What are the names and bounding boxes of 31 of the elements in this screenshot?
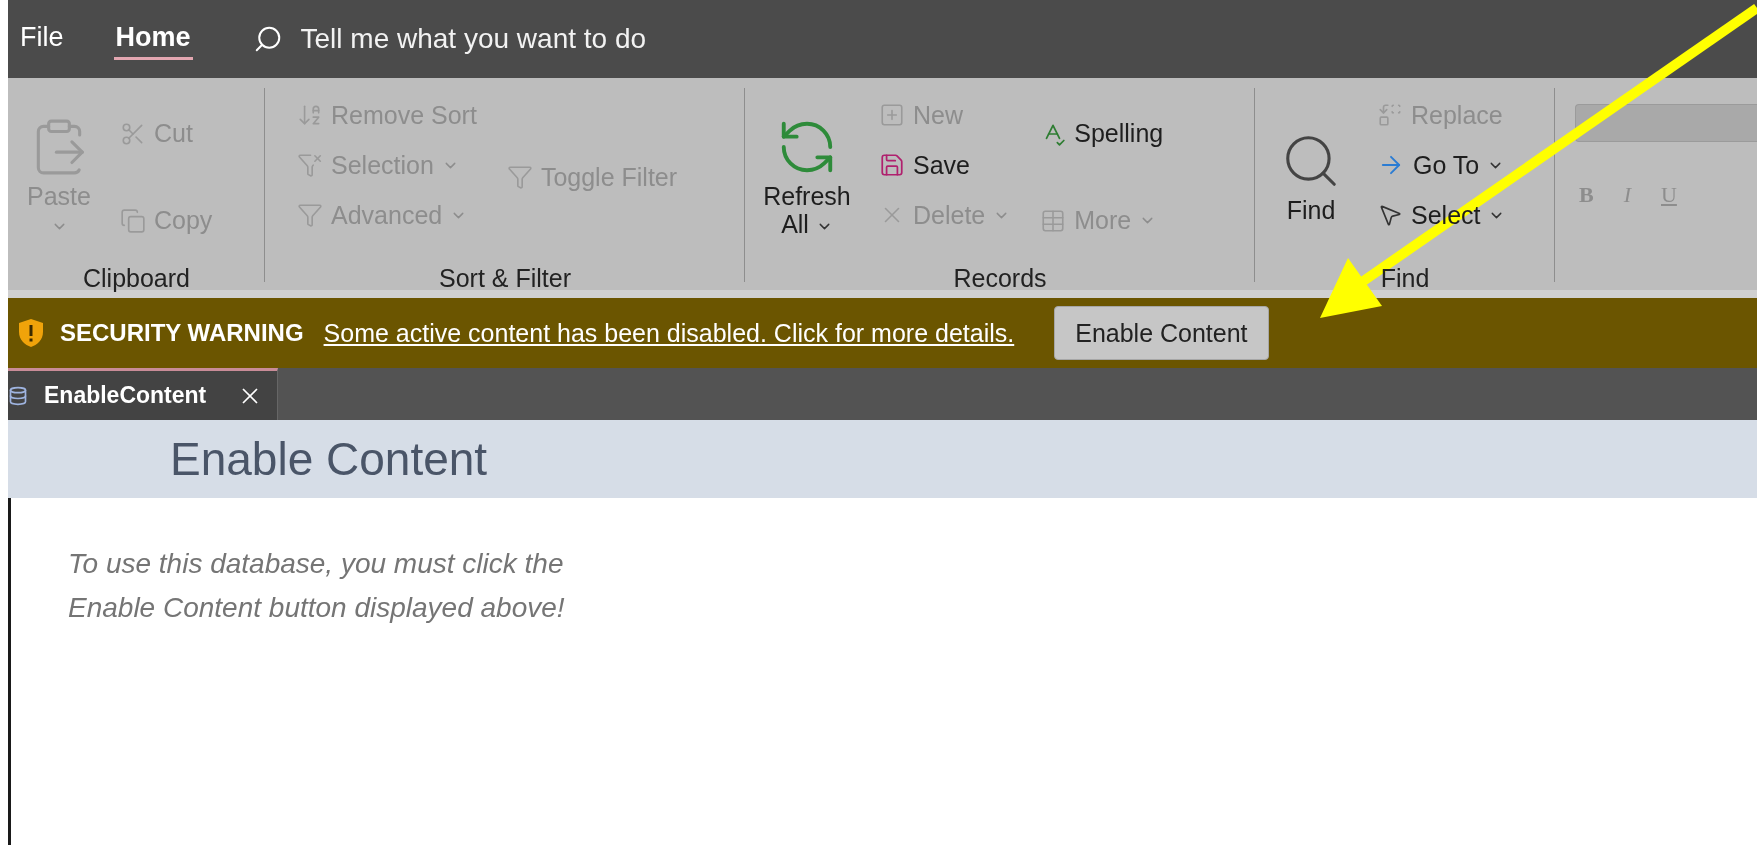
ribbon-button[interactable]: Go To [1373, 140, 1510, 190]
instruction-text: To use this database, you must click the [68, 548, 565, 580]
warning-title: SECURITY WARNING [60, 319, 304, 347]
ribbon-button[interactable]: Spelling [1036, 108, 1168, 159]
form-icon [8, 385, 28, 406]
document-tab[interactable]: EnableContent [8, 368, 278, 420]
funnel-icon [297, 202, 323, 228]
group-label: Sort & Filter [439, 264, 571, 293]
funnel-icon [297, 152, 323, 178]
group-label: Find [1380, 264, 1430, 293]
funnel-icon [506, 164, 533, 190]
new-record-icon [879, 102, 905, 128]
menu-tab[interactable]: Home [113, 18, 193, 60]
ribbon-button[interactable]: Save [875, 140, 1015, 190]
table-icon [1040, 207, 1067, 234]
instruction-text: Enable Content button displayed above! [68, 592, 566, 624]
shield-icon [18, 318, 44, 348]
enable-content-button[interactable]: Enable Content [1054, 306, 1269, 360]
replace-icon [1377, 102, 1403, 128]
font-field[interactable] [1575, 104, 1757, 142]
copy-icon [120, 207, 146, 234]
tell-me-field[interactable]: Tell me what you want to do [298, 22, 783, 56]
details-link[interactable]: Some active content has been disabled. Click for more details. [323, 318, 1015, 348]
form-title: Enable Content [170, 432, 488, 486]
menu-tab[interactable]: File [18, 18, 66, 60]
ribbon-button[interactable]: Refresh All [761, 116, 853, 238]
tab-label: EnableContent [44, 382, 207, 409]
group-label: Records [953, 264, 1047, 293]
ribbon-button[interactable]: Find [1271, 130, 1351, 224]
save-icon [879, 152, 905, 178]
group-label: Clipboard [83, 264, 190, 293]
